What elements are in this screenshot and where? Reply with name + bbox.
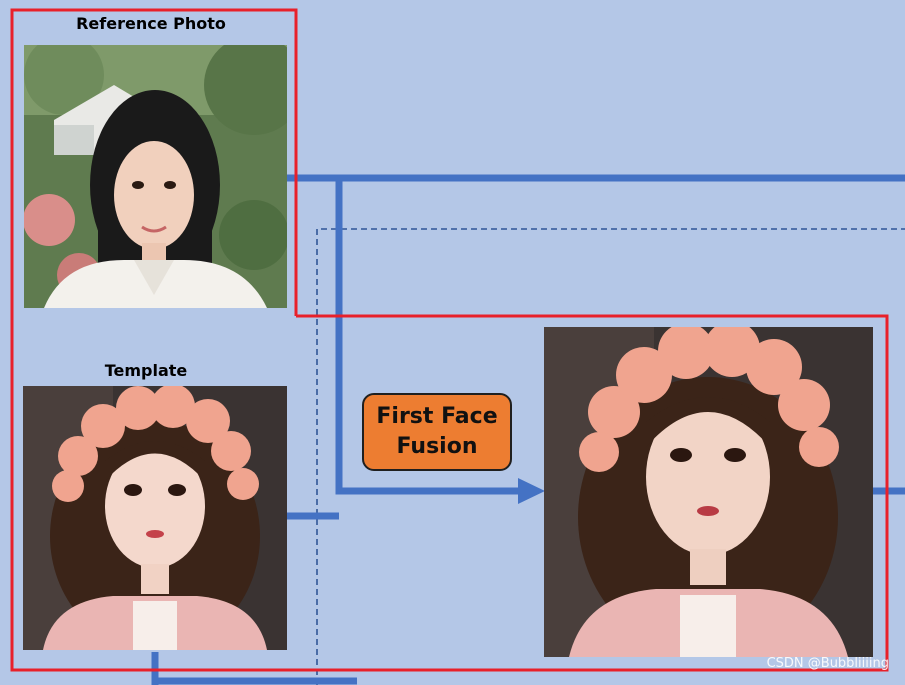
template-image — [23, 386, 287, 650]
watermark: CSDN @Bubbliiiing — [766, 656, 889, 671]
reference-photo-label: Reference Photo — [76, 14, 226, 33]
fusion-result-image — [544, 327, 873, 657]
fusion-label-line1: First Face — [376, 404, 498, 429]
first-face-fusion-box: First Face Fusion — [362, 393, 512, 471]
arrow-head — [518, 478, 545, 504]
template-label: Template — [104, 361, 188, 380]
fusion-label-line2: Fusion — [396, 434, 478, 459]
reference-photo-image — [24, 45, 287, 308]
